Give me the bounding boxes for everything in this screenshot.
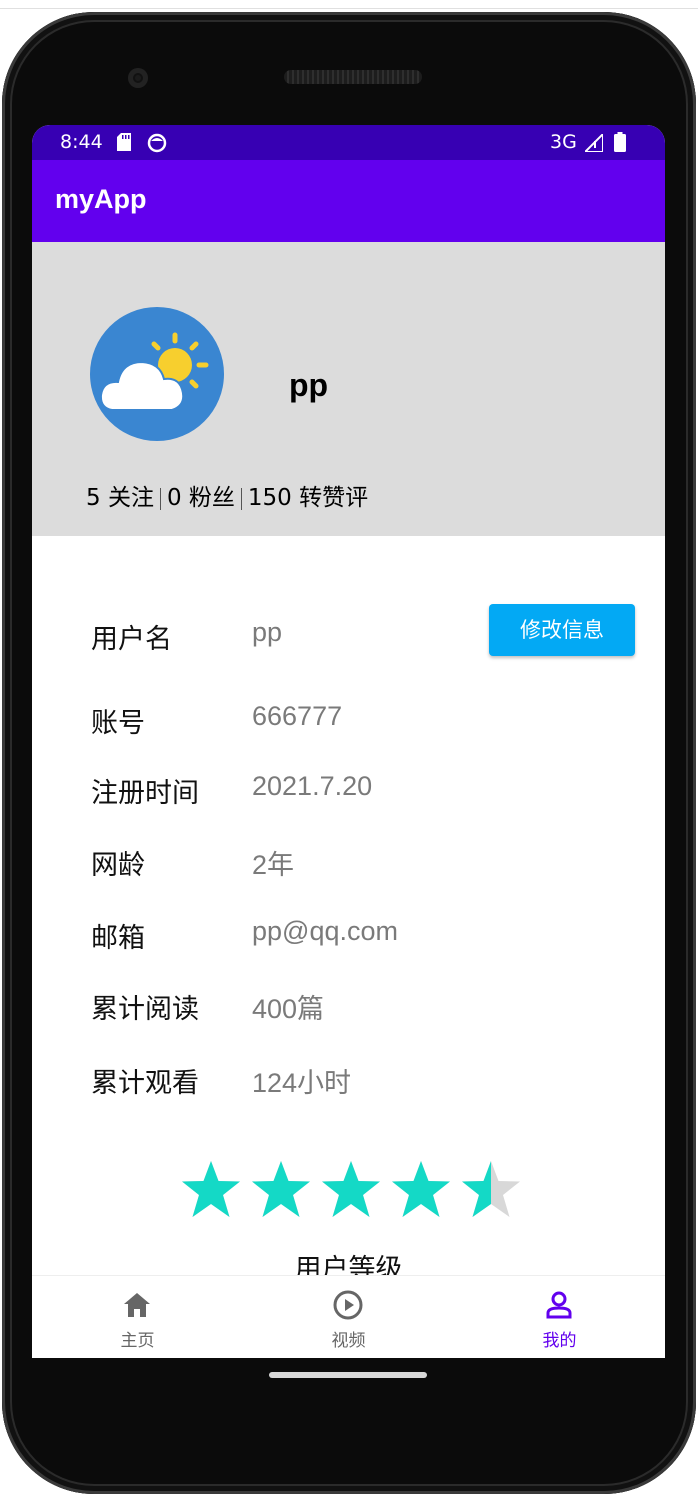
rating-star-icon xyxy=(182,1161,240,1217)
status-bar: 8:44 3G xyxy=(32,125,665,160)
person-icon xyxy=(546,1291,572,1319)
edit-info-button[interactable]: 修改信息 xyxy=(489,604,635,656)
info-value: pp@qq.com xyxy=(252,916,398,946)
app-screen: 8:44 3G myApp pp 5 关注 0 粉丝 150 转赞评 用户名 p… xyxy=(32,125,665,1358)
rating-bar[interactable] xyxy=(180,1159,524,1223)
app-title: myApp xyxy=(55,184,147,214)
info-row-total-reading: 累计阅读 400篇 xyxy=(32,987,665,1037)
stats-divider xyxy=(159,487,161,510)
nav-video[interactable]: 视频 xyxy=(243,1276,454,1358)
nav-label: 主页 xyxy=(120,1331,155,1351)
info-label: 用户名 xyxy=(91,624,172,655)
profile-stats: 5 关注 0 粉丝 150 转赞评 xyxy=(86,478,368,512)
nav-home[interactable]: 主页 xyxy=(32,1276,243,1358)
rating-star-icon xyxy=(252,1161,310,1217)
fans-count[interactable]: 0 粉丝 xyxy=(167,485,235,511)
info-value: 666777 xyxy=(252,701,343,731)
network-type: 3G xyxy=(550,131,577,153)
camera-icon xyxy=(128,68,148,88)
info-label: 累计阅读 xyxy=(91,994,199,1025)
nav-mine[interactable]: 我的 xyxy=(454,1276,665,1358)
info-value: 2021.7.20 xyxy=(252,771,373,801)
profile-header: pp 5 关注 0 粉丝 150 转赞评 xyxy=(32,242,665,536)
rating-star-icon xyxy=(462,1161,520,1217)
info-value: pp xyxy=(252,617,283,647)
home-gesture-bar[interactable] xyxy=(269,1372,427,1378)
stats-divider xyxy=(240,487,242,510)
info-label: 网龄 xyxy=(91,850,145,881)
info-value: 124小时 xyxy=(252,1068,352,1098)
avatar[interactable] xyxy=(90,307,224,441)
info-label: 注册时间 xyxy=(91,778,199,809)
info-row-account: 账号 666777 xyxy=(32,701,665,751)
info-label: 累计观看 xyxy=(91,1068,199,1099)
likes-count[interactable]: 150 转赞评 xyxy=(248,485,368,511)
rating-star-icon xyxy=(392,1161,450,1217)
rating-star-icon xyxy=(322,1161,380,1217)
info-value: 2年 xyxy=(252,850,295,880)
nav-label: 我的 xyxy=(542,1331,577,1351)
speaker-grille xyxy=(284,70,422,84)
play-circle-icon xyxy=(333,1290,363,1320)
status-time: 8:44 xyxy=(60,131,103,153)
info-row-account-age: 网龄 2年 xyxy=(32,843,665,893)
signal-icon xyxy=(585,134,603,152)
bottom-navigation: 主页 视频 我的 xyxy=(32,1275,665,1358)
face-icon xyxy=(147,133,167,153)
home-icon xyxy=(124,1293,150,1317)
weather-cloud-sun-icon xyxy=(99,332,209,411)
info-value: 400篇 xyxy=(252,994,325,1024)
profile-name: pp xyxy=(289,367,329,403)
window-edge xyxy=(0,8,698,9)
app-bar: myApp xyxy=(32,160,665,242)
info-row-total-watching: 累计观看 124小时 xyxy=(32,1061,665,1111)
info-label: 邮箱 xyxy=(91,923,145,954)
info-label: 账号 xyxy=(91,708,145,739)
battery-icon xyxy=(614,132,626,152)
info-row-email: 邮箱 pp@qq.com xyxy=(32,916,665,966)
info-row-register-date: 注册时间 2021.7.20 xyxy=(32,771,665,821)
following-count[interactable]: 5 关注 xyxy=(86,485,154,511)
sd-card-icon xyxy=(117,133,131,151)
nav-label: 视频 xyxy=(331,1331,366,1351)
